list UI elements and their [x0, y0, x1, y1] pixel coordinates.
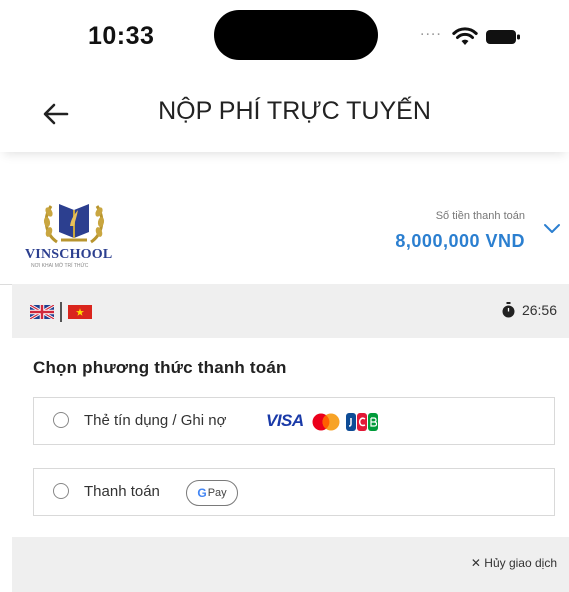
vinschool-logo: VINSCHOOL NƠI KHAI MỞ TRÍ THỨC [25, 190, 130, 272]
merchant-tagline: NƠI KHAI MỞ TRÍ THỨC [31, 263, 89, 269]
footer-bar: ✕ Hủy giao dịch [12, 537, 569, 592]
jcb-logo-icon [346, 413, 378, 431]
amount-label: Số tiền thanh toán [435, 210, 525, 222]
status-time: 10:33 [88, 22, 155, 50]
merchant-name: VINSCHOOL [25, 247, 113, 262]
signal-icon: .... [420, 22, 442, 39]
timer-value: 26:56 [521, 302, 557, 318]
gpay-text: Pay [207, 487, 227, 499]
laurel-book-icon [43, 204, 105, 244]
google-pay-icon: G Pay [186, 480, 238, 506]
mastercard-logo-icon [312, 413, 340, 431]
payment-method-gpay[interactable]: Thanh toán G Pay [33, 468, 555, 516]
countdown-timer: 26:56 [501, 302, 557, 318]
nav-bar: NỘP PHÍ TRỰC TUYẾN [0, 78, 569, 152]
flag-uk-icon[interactable] [30, 305, 54, 319]
cancel-transaction-link[interactable]: ✕ Hủy giao dịch [471, 556, 557, 570]
language-timer-bar: 26:56 [12, 284, 569, 338]
section-title: Chọn phương thức thanh toán [33, 358, 287, 377]
flag-vn-icon[interactable] [68, 305, 92, 319]
status-bar: 10:33 .... [0, 0, 569, 78]
page-title: NỘP PHÍ TRỰC TUYẾN [158, 97, 431, 125]
visa-logo-icon: VISA [266, 411, 304, 430]
flag-divider [60, 302, 62, 322]
battery-icon [486, 30, 520, 44]
wifi-icon [452, 27, 478, 45]
radio-icon[interactable] [53, 412, 69, 428]
amount-value: 8,000,000 VND [395, 231, 525, 251]
payment-method-card[interactable]: Thẻ tín dụng / Ghi nợ VISA [33, 397, 555, 445]
method-label: Thanh toán [84, 483, 160, 500]
radio-icon[interactable] [53, 483, 69, 499]
stopwatch-icon [502, 302, 515, 318]
google-g-glyph: G [197, 486, 207, 500]
method-label: Thẻ tín dụng / Ghi nợ [84, 412, 227, 429]
merchant-header: VINSCHOOL NƠI KHAI MỞ TRÍ THỨC Số tiền t… [0, 168, 569, 285]
dynamic-island [214, 10, 378, 60]
chevron-down-icon[interactable] [543, 222, 561, 234]
